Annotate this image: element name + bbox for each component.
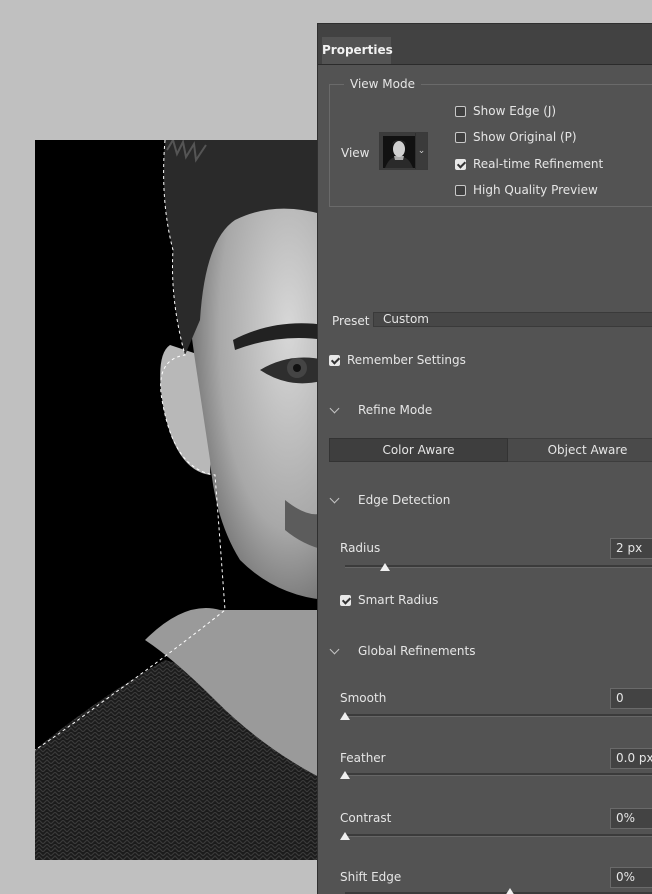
contrast-slider-track[interactable] — [345, 834, 652, 837]
refine-mode-heading[interactable]: Refine Mode — [358, 403, 432, 417]
global-refinements-heading[interactable]: Global Refinements — [358, 644, 475, 658]
feather-slider-track[interactable] — [345, 773, 652, 776]
shift-edge-input[interactable]: 0% — [610, 867, 652, 888]
high-quality-preview-label[interactable]: High Quality Preview — [473, 183, 598, 197]
remember-settings-checkbox[interactable] — [329, 355, 340, 366]
smooth-slider-track[interactable] — [345, 714, 652, 717]
smart-radius-checkbox[interactable] — [340, 595, 351, 606]
tab-properties[interactable]: Properties — [322, 37, 393, 64]
remember-settings-label[interactable]: Remember Settings — [347, 353, 466, 367]
panel-tab-bar: Properties — [318, 24, 652, 65]
chevron-down-icon[interactable]: ⌄ — [415, 133, 427, 169]
high-quality-preview-checkbox[interactable] — [455, 185, 466, 196]
contrast-input[interactable]: 0% — [610, 808, 652, 829]
shift-edge-slider-handle[interactable] — [505, 888, 515, 894]
show-original-checkbox[interactable] — [455, 132, 466, 143]
feather-input[interactable]: 0.0 px — [610, 748, 652, 769]
realtime-refinement-checkbox[interactable] — [455, 159, 466, 170]
edge-detection-heading[interactable]: Edge Detection — [358, 493, 450, 507]
view-mode-dropdown[interactable]: ⌄ — [379, 132, 428, 170]
smooth-slider-handle[interactable] — [340, 712, 350, 720]
radius-slider-track[interactable] — [345, 565, 652, 568]
show-edge-label[interactable]: Show Edge (J) — [473, 104, 556, 118]
feather-slider-handle[interactable] — [340, 771, 350, 779]
smart-radius-label[interactable]: Smart Radius — [358, 593, 438, 607]
feather-label: Feather — [340, 751, 386, 765]
chevron-down-icon[interactable] — [329, 403, 340, 414]
view-mode-legend: View Mode — [344, 77, 421, 91]
show-original-label[interactable]: Show Original (P) — [473, 130, 577, 144]
shift-edge-label: Shift Edge — [340, 870, 402, 884]
radius-input[interactable]: 2 px — [610, 538, 652, 559]
contrast-label: Contrast — [340, 811, 392, 825]
preset-label: Preset — [332, 314, 370, 328]
view-label: View — [341, 146, 370, 160]
portrait-photo — [35, 140, 325, 860]
chevron-down-icon[interactable] — [329, 644, 340, 655]
realtime-refinement-label[interactable]: Real-time Refinement — [473, 157, 603, 171]
contrast-slider-handle[interactable] — [340, 832, 350, 840]
properties-panel: Properties View Mode View ⌄ Show Edge (J… — [317, 23, 652, 894]
show-edge-checkbox[interactable] — [455, 106, 466, 117]
object-aware-button[interactable]: Object Aware — [508, 438, 652, 462]
smooth-label: Smooth — [340, 691, 387, 705]
chevron-down-icon[interactable] — [329, 493, 340, 504]
color-aware-button[interactable]: Color Aware — [329, 438, 508, 462]
radius-label: Radius — [340, 541, 381, 555]
portrait-thumbnail-icon — [383, 136, 415, 168]
radius-slider-handle[interactable] — [379, 563, 390, 571]
preset-select[interactable]: Custom — [373, 312, 652, 327]
smooth-input[interactable]: 0 — [610, 688, 652, 709]
document-canvas[interactable] — [35, 140, 325, 860]
